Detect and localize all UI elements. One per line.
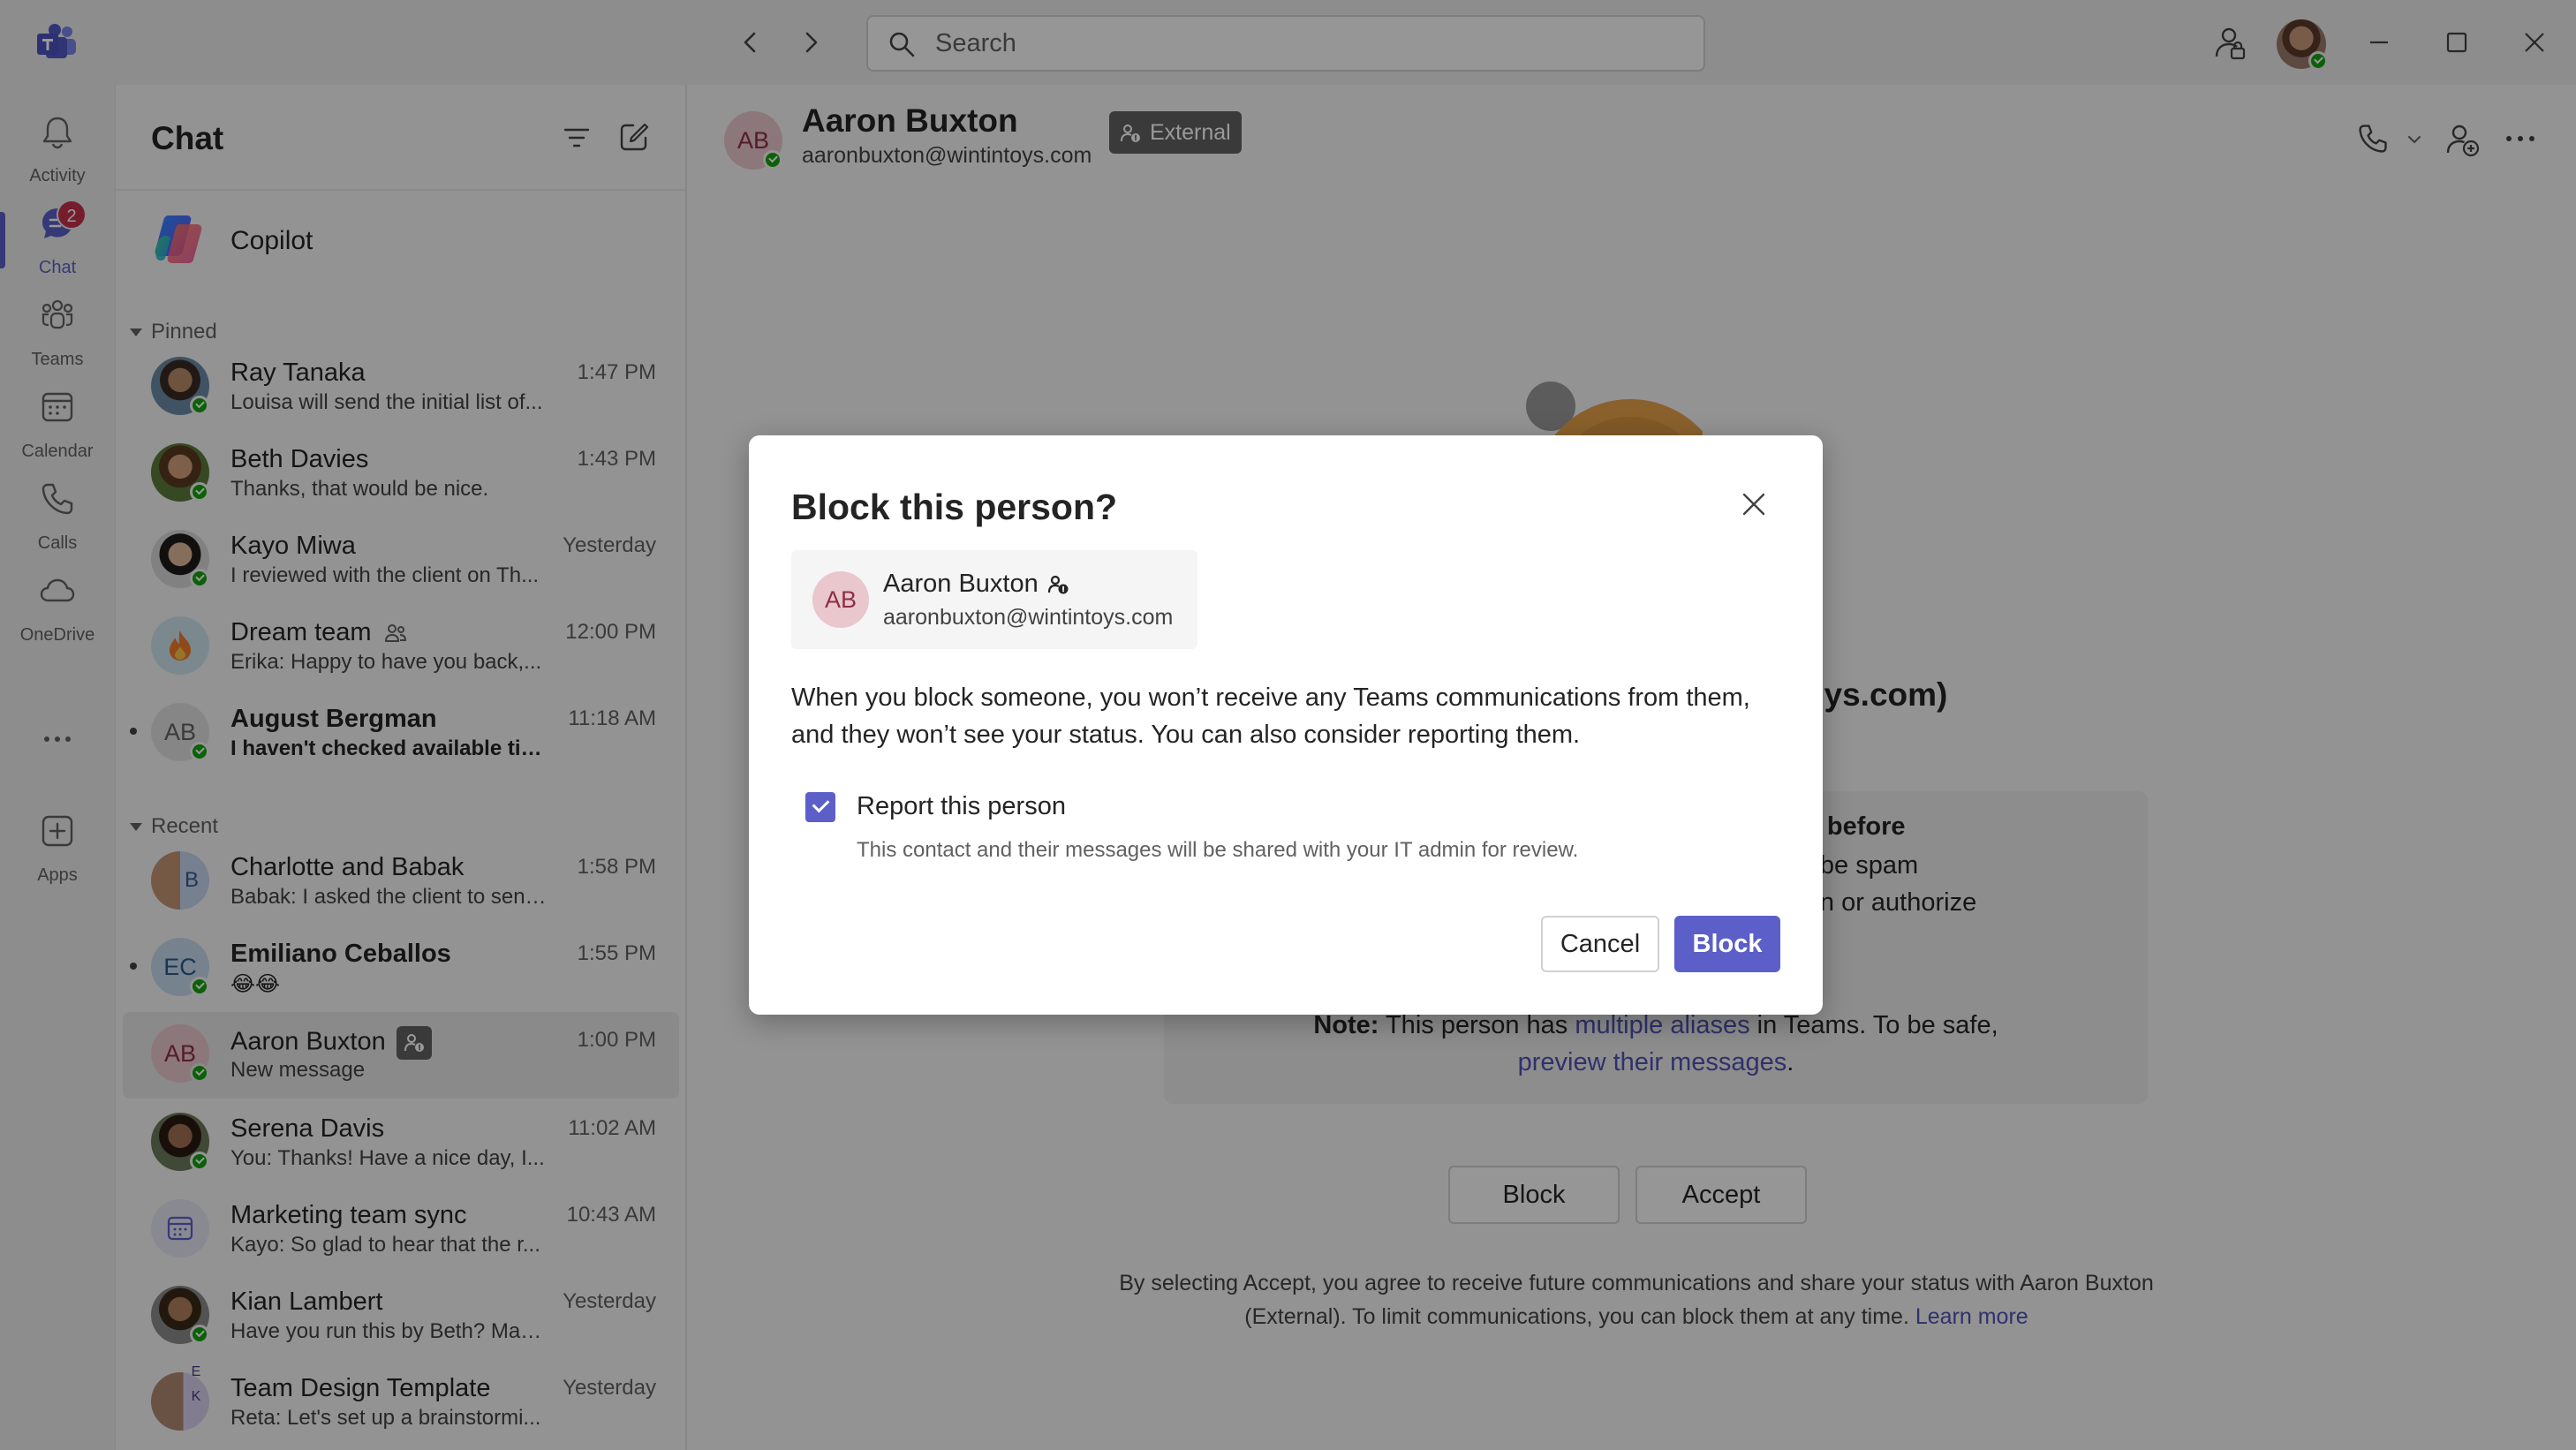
report-person-checkbox[interactable] bbox=[805, 792, 835, 822]
person-email: aaronbuxton@wintintoys.com bbox=[883, 605, 1174, 630]
dialog-title: Block this person? bbox=[791, 487, 1118, 527]
block-person-dialog: Block this person? AB Aaron Buxton aaron… bbox=[749, 435, 1823, 1015]
avatar-initials: AB bbox=[824, 586, 857, 613]
avatar: AB bbox=[812, 571, 869, 628]
report-person-description: This contact and their messages will be … bbox=[857, 838, 1579, 862]
person-name: Aaron Buxton bbox=[883, 570, 1070, 599]
dialog-description: When you block someone, you won’t receiv… bbox=[791, 683, 1750, 749]
person-card: AB Aaron Buxton aaronbuxton@wintintoys.c… bbox=[791, 550, 1197, 649]
close-icon[interactable] bbox=[1738, 488, 1770, 520]
external-user-icon bbox=[1047, 576, 1069, 594]
confirm-block-button[interactable]: Block bbox=[1674, 916, 1780, 972]
report-person-label[interactable]: Report this person bbox=[857, 792, 1066, 821]
cancel-button[interactable]: Cancel bbox=[1541, 916, 1659, 972]
